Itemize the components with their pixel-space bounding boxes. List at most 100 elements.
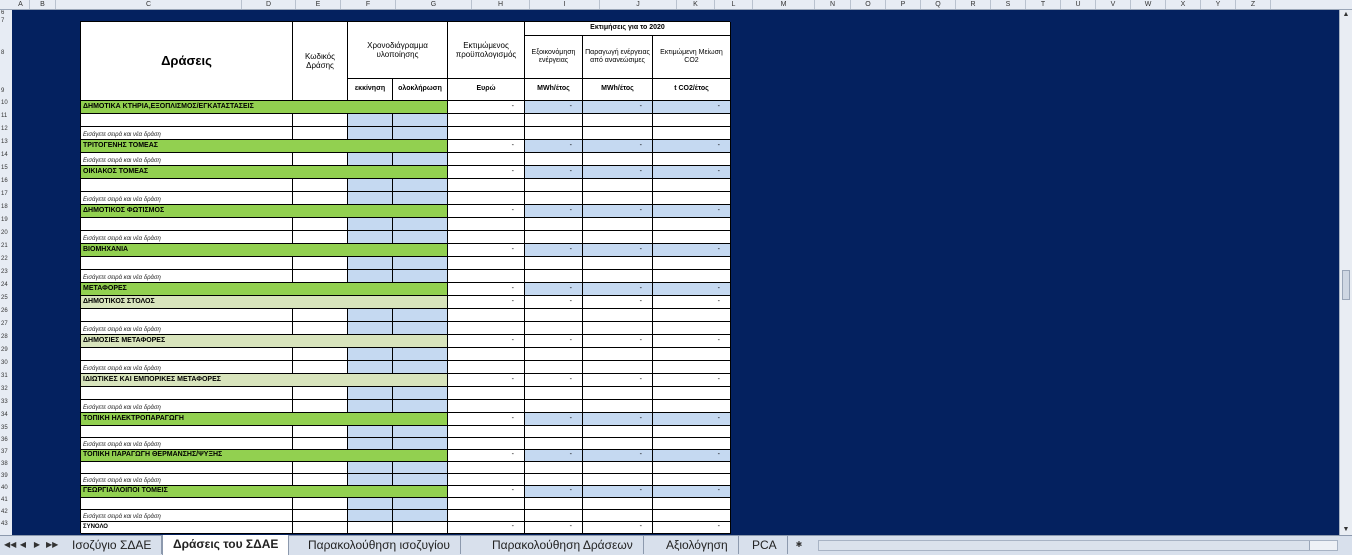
energy-savings-cell[interactable] bbox=[525, 218, 583, 231]
energy-savings-value[interactable]: - bbox=[525, 374, 583, 387]
energy-savings-value[interactable]: - bbox=[525, 335, 583, 348]
co2-unit[interactable]: t CO2/έτος bbox=[653, 79, 731, 101]
co2-cell[interactable] bbox=[653, 114, 731, 127]
co2-cell[interactable] bbox=[653, 153, 731, 166]
row-header-26[interactable]: 26 bbox=[0, 308, 12, 315]
column-header-h[interactable]: H bbox=[472, 0, 530, 9]
energy-savings-value[interactable]: - bbox=[525, 244, 583, 257]
energy-savings-cell[interactable] bbox=[525, 474, 583, 486]
action-code-cell[interactable] bbox=[293, 322, 348, 335]
energy-savings-cell[interactable] bbox=[525, 510, 583, 522]
budget-cell[interactable] bbox=[448, 179, 525, 192]
renewables-cell[interactable] bbox=[583, 270, 653, 283]
co2-cell[interactable] bbox=[653, 474, 731, 486]
column-header-e[interactable]: E bbox=[296, 0, 341, 9]
co2-cell[interactable] bbox=[653, 127, 731, 140]
row-header-33[interactable]: 33 bbox=[0, 399, 12, 406]
action-code-cell[interactable] bbox=[293, 309, 348, 322]
section-row-label[interactable]: ΔΗΜΟΤΙΚΟΣ ΣΤΟΛΟΣ bbox=[81, 296, 448, 309]
co2-cell[interactable] bbox=[653, 270, 731, 283]
vertical-scroll-thumb[interactable] bbox=[1342, 270, 1350, 300]
co2-value[interactable]: - bbox=[653, 413, 731, 426]
energy-savings-value[interactable]: - bbox=[525, 140, 583, 153]
row-header-24[interactable]: 24 bbox=[0, 282, 12, 289]
renewables-cell[interactable] bbox=[583, 438, 653, 450]
energy-savings-value[interactable]: - bbox=[525, 166, 583, 179]
budget-value[interactable]: - bbox=[448, 335, 525, 348]
energy-savings-cell[interactable] bbox=[525, 426, 583, 438]
budget-cell[interactable] bbox=[448, 192, 525, 205]
renewables-value[interactable]: - bbox=[583, 283, 653, 296]
start-date-cell[interactable] bbox=[348, 438, 393, 450]
co2-value[interactable]: - bbox=[653, 244, 731, 257]
column-header-p[interactable]: P bbox=[886, 0, 921, 9]
energy-savings-cell[interactable] bbox=[525, 127, 583, 140]
total-code-cell[interactable] bbox=[293, 522, 348, 534]
action-code-cell[interactable] bbox=[293, 114, 348, 127]
end-header[interactable]: ολοκλήρωση bbox=[393, 79, 448, 101]
column-header-o[interactable]: O bbox=[851, 0, 886, 9]
section-row-label[interactable]: ΔΗΜΟΤΙΚΟΣ ΦΩΤΙΣΜΟΣ bbox=[81, 205, 448, 218]
co2-cell[interactable] bbox=[653, 426, 731, 438]
co2-value[interactable]: - bbox=[653, 335, 731, 348]
row-header-16[interactable]: 16 bbox=[0, 178, 12, 185]
column-header-f[interactable]: F bbox=[341, 0, 396, 9]
budget-value[interactable]: - bbox=[448, 166, 525, 179]
energy-savings-value[interactable]: - bbox=[525, 413, 583, 426]
energy-savings-cell[interactable] bbox=[525, 114, 583, 127]
co2-header[interactable]: Εκτιμώμενη Μείωση CO2 bbox=[653, 36, 731, 79]
end-date-cell[interactable] bbox=[393, 192, 448, 205]
column-header-l[interactable]: L bbox=[715, 0, 753, 9]
renewables-cell[interactable] bbox=[583, 387, 653, 400]
start-date-cell[interactable] bbox=[348, 462, 393, 474]
action-name-cell[interactable] bbox=[81, 179, 293, 192]
row-header-37[interactable]: 37 bbox=[0, 449, 12, 456]
add-action-hint[interactable]: Εισάγετε σειρά και νέα δράση bbox=[81, 322, 293, 335]
action-name-cell[interactable] bbox=[81, 462, 293, 474]
energy-savings-cell[interactable] bbox=[525, 179, 583, 192]
row-header-20[interactable]: 20 bbox=[0, 230, 12, 237]
budget-cell[interactable] bbox=[448, 438, 525, 450]
total-renewables-value[interactable]: - bbox=[583, 522, 653, 534]
budget-cell[interactable] bbox=[448, 474, 525, 486]
end-date-cell[interactable] bbox=[393, 400, 448, 413]
row-header-28[interactable]: 28 bbox=[0, 334, 12, 341]
co2-value[interactable]: - bbox=[653, 140, 731, 153]
action-code-cell[interactable] bbox=[293, 510, 348, 522]
renewables-value[interactable]: - bbox=[583, 413, 653, 426]
action-code-cell[interactable] bbox=[293, 498, 348, 510]
total-label[interactable]: ΣΥΝΟΛΟ bbox=[81, 522, 293, 534]
start-date-cell[interactable] bbox=[348, 231, 393, 244]
total-start-cell[interactable] bbox=[348, 522, 393, 534]
action-name-cell[interactable] bbox=[81, 257, 293, 270]
action-code-cell[interactable] bbox=[293, 387, 348, 400]
budget-cell[interactable] bbox=[448, 218, 525, 231]
budget-header[interactable]: Εκτιμώμενος προϋπολογισμός bbox=[448, 22, 525, 79]
budget-cell[interactable] bbox=[448, 510, 525, 522]
energy-savings-cell[interactable] bbox=[525, 438, 583, 450]
column-header-r[interactable]: R bbox=[956, 0, 991, 9]
renewables-cell[interactable] bbox=[583, 153, 653, 166]
row-header-14[interactable]: 14 bbox=[0, 152, 12, 159]
renewables-cell[interactable] bbox=[583, 309, 653, 322]
renewables-value[interactable]: - bbox=[583, 101, 653, 114]
column-header-w[interactable]: W bbox=[1131, 0, 1166, 9]
row-header-22[interactable]: 22 bbox=[0, 256, 12, 263]
add-action-hint[interactable]: Εισάγετε σειρά και νέα δράση bbox=[81, 510, 293, 522]
row-header-25[interactable]: 25 bbox=[0, 295, 12, 302]
renewables-value[interactable]: - bbox=[583, 166, 653, 179]
budget-cell[interactable] bbox=[448, 462, 525, 474]
row-header-27[interactable]: 27 bbox=[0, 321, 12, 328]
end-date-cell[interactable] bbox=[393, 387, 448, 400]
end-date-cell[interactable] bbox=[393, 218, 448, 231]
row-header-6[interactable]: 6 bbox=[0, 10, 12, 17]
co2-cell[interactable] bbox=[653, 192, 731, 205]
energy-savings-cell[interactable] bbox=[525, 400, 583, 413]
budget-value[interactable]: - bbox=[448, 101, 525, 114]
tab-axiologisi[interactable]: Αξιολόγηση bbox=[656, 536, 739, 554]
column-header-x[interactable]: X bbox=[1166, 0, 1201, 9]
end-date-cell[interactable] bbox=[393, 498, 448, 510]
renewables-cell[interactable] bbox=[583, 474, 653, 486]
start-date-cell[interactable] bbox=[348, 114, 393, 127]
column-header-t[interactable]: T bbox=[1026, 0, 1061, 9]
